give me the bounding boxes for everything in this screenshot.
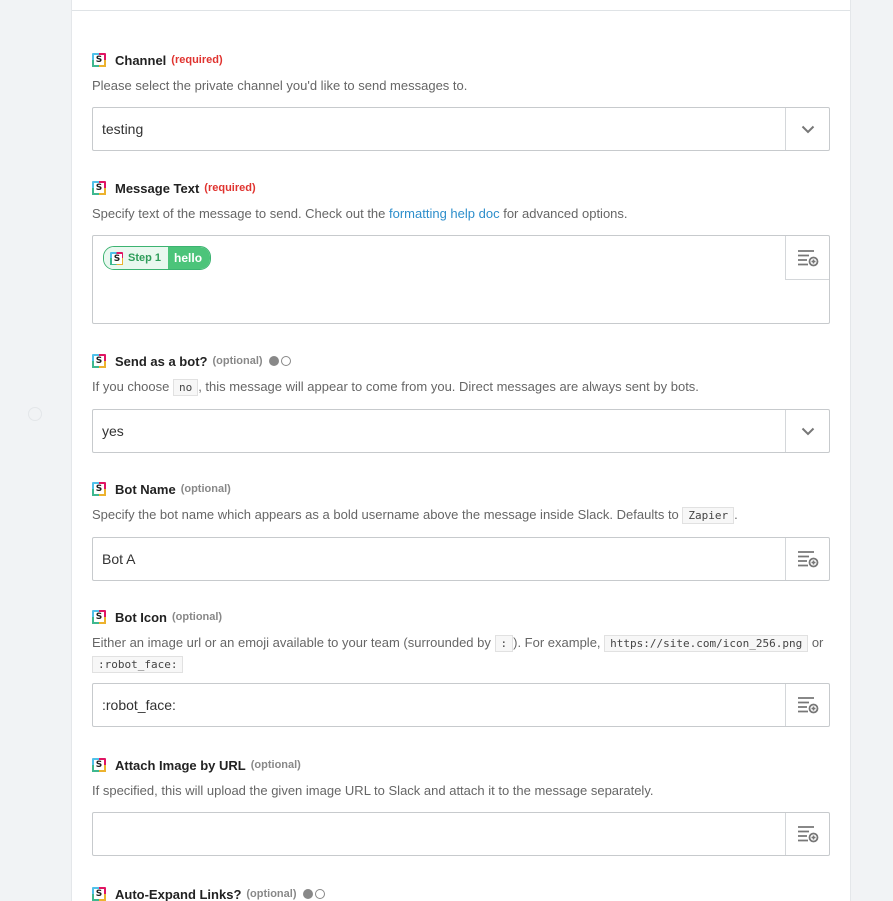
dropdown-toggle[interactable] [785,108,829,150]
option-toggle[interactable] [302,889,325,899]
optional-tag: (optional) [246,888,297,900]
pill-step-label: Step 1 [128,252,162,264]
required-tag: (required) [171,54,223,66]
help-code: : [494,635,514,652]
slack-icon: S [92,53,106,67]
formatting-help-link[interactable]: formatting help doc [389,206,500,221]
help-text: If you choose [92,379,173,394]
insert-field-button[interactable] [785,813,829,855]
help-text: for advanced options. [499,206,628,221]
field-message-text: S Message Text (required) Specify text o… [92,178,830,324]
background-dot [28,407,42,421]
insert-field-icon [797,551,818,568]
slack-icon: S [92,181,106,195]
help-code: :robot_face: [92,656,184,673]
field-label: Attach Image by URL [115,757,246,773]
help-text: Either an image url or an emoji availabl… [92,635,495,650]
channel-value: testing [102,121,144,137]
field-label: Channel [115,52,167,68]
chevron-down-icon [801,125,814,133]
field-label: Auto-Expand Links? [115,886,242,901]
insert-field-button[interactable] [785,236,829,280]
message-text-input[interactable]: S Step 1 hello [92,235,830,324]
bot-icon-value: :robot_face: [102,697,176,713]
field-attach-image-url: S Attach Image by URL (optional) If spec… [92,755,830,856]
slack-icon: S [92,482,106,496]
step-field-pill[interactable]: S Step 1 hello [103,246,212,270]
bot-icon-input[interactable]: :robot_face: [92,683,830,727]
help-code: https://site.com/icon_256.png [604,635,809,652]
field-help: Please select the private channel you'd … [92,78,468,93]
field-help: Either an image url or an emoji availabl… [92,633,830,675]
help-text: . [734,507,738,522]
bot-name-input[interactable]: Bot A [92,537,830,581]
field-help: If you choose no, this message will appe… [92,377,830,398]
field-help: Specify the bot name which appears as a … [92,505,830,526]
option-toggle[interactable] [268,356,291,366]
send-as-bot-value: yes [102,423,124,439]
optional-tag: (optional) [250,759,301,771]
slack-icon: S [110,251,123,265]
slack-icon: S [92,758,106,772]
pill-value: hello [168,247,211,269]
field-bot-icon: S Bot Icon (optional) Either an image ur… [92,607,830,727]
field-label: Bot Name [115,481,176,497]
field-help: Specify text of the message to send. Che… [92,204,830,224]
chevron-down-icon [801,427,814,435]
help-text: Specify the bot name which appears as a … [92,507,683,522]
insert-field-icon [797,697,818,714]
field-label: Bot Icon [115,609,167,625]
optional-tag: (optional) [180,483,231,495]
help-text: or [808,635,824,650]
field-send-as-bot: S Send as a bot? (optional) If you choos… [92,351,830,453]
help-code: no [172,379,199,396]
slack-icon: S [92,887,106,901]
help-code: Zapier [682,507,735,524]
insert-field-button[interactable] [785,538,829,580]
help-text: Specify text of the message to send. Che… [92,206,390,221]
field-label: Send as a bot? [115,353,208,369]
field-help: If specified, this will upload the given… [92,783,654,798]
required-tag: (required) [204,182,256,194]
insert-field-button[interactable] [785,684,829,726]
field-auto-expand-links: S Auto-Expand Links? (optional) [92,884,830,901]
dropdown-toggle[interactable] [785,410,829,452]
optional-tag: (optional) [172,611,223,623]
attach-image-url-input[interactable] [92,812,830,856]
field-bot-name: S Bot Name (optional) Specify the bot na… [92,479,830,581]
optional-tag: (optional) [212,355,263,367]
field-channel: S Channel (required) Please select the p… [92,50,830,151]
send-as-bot-dropdown[interactable]: yes [92,409,830,453]
channel-dropdown[interactable]: testing [92,107,830,151]
field-label: Message Text [115,180,200,196]
help-text: ). For example, [513,635,605,650]
slack-icon: S [92,354,106,368]
insert-field-icon [797,826,818,843]
help-text: , this message will appear to come from … [198,379,699,394]
insert-field-icon [797,249,818,266]
slack-icon: S [92,610,106,624]
bot-name-value: Bot A [102,551,136,567]
panel-divider [72,10,850,11]
action-template-panel: S Channel (required) Please select the p… [71,0,851,901]
